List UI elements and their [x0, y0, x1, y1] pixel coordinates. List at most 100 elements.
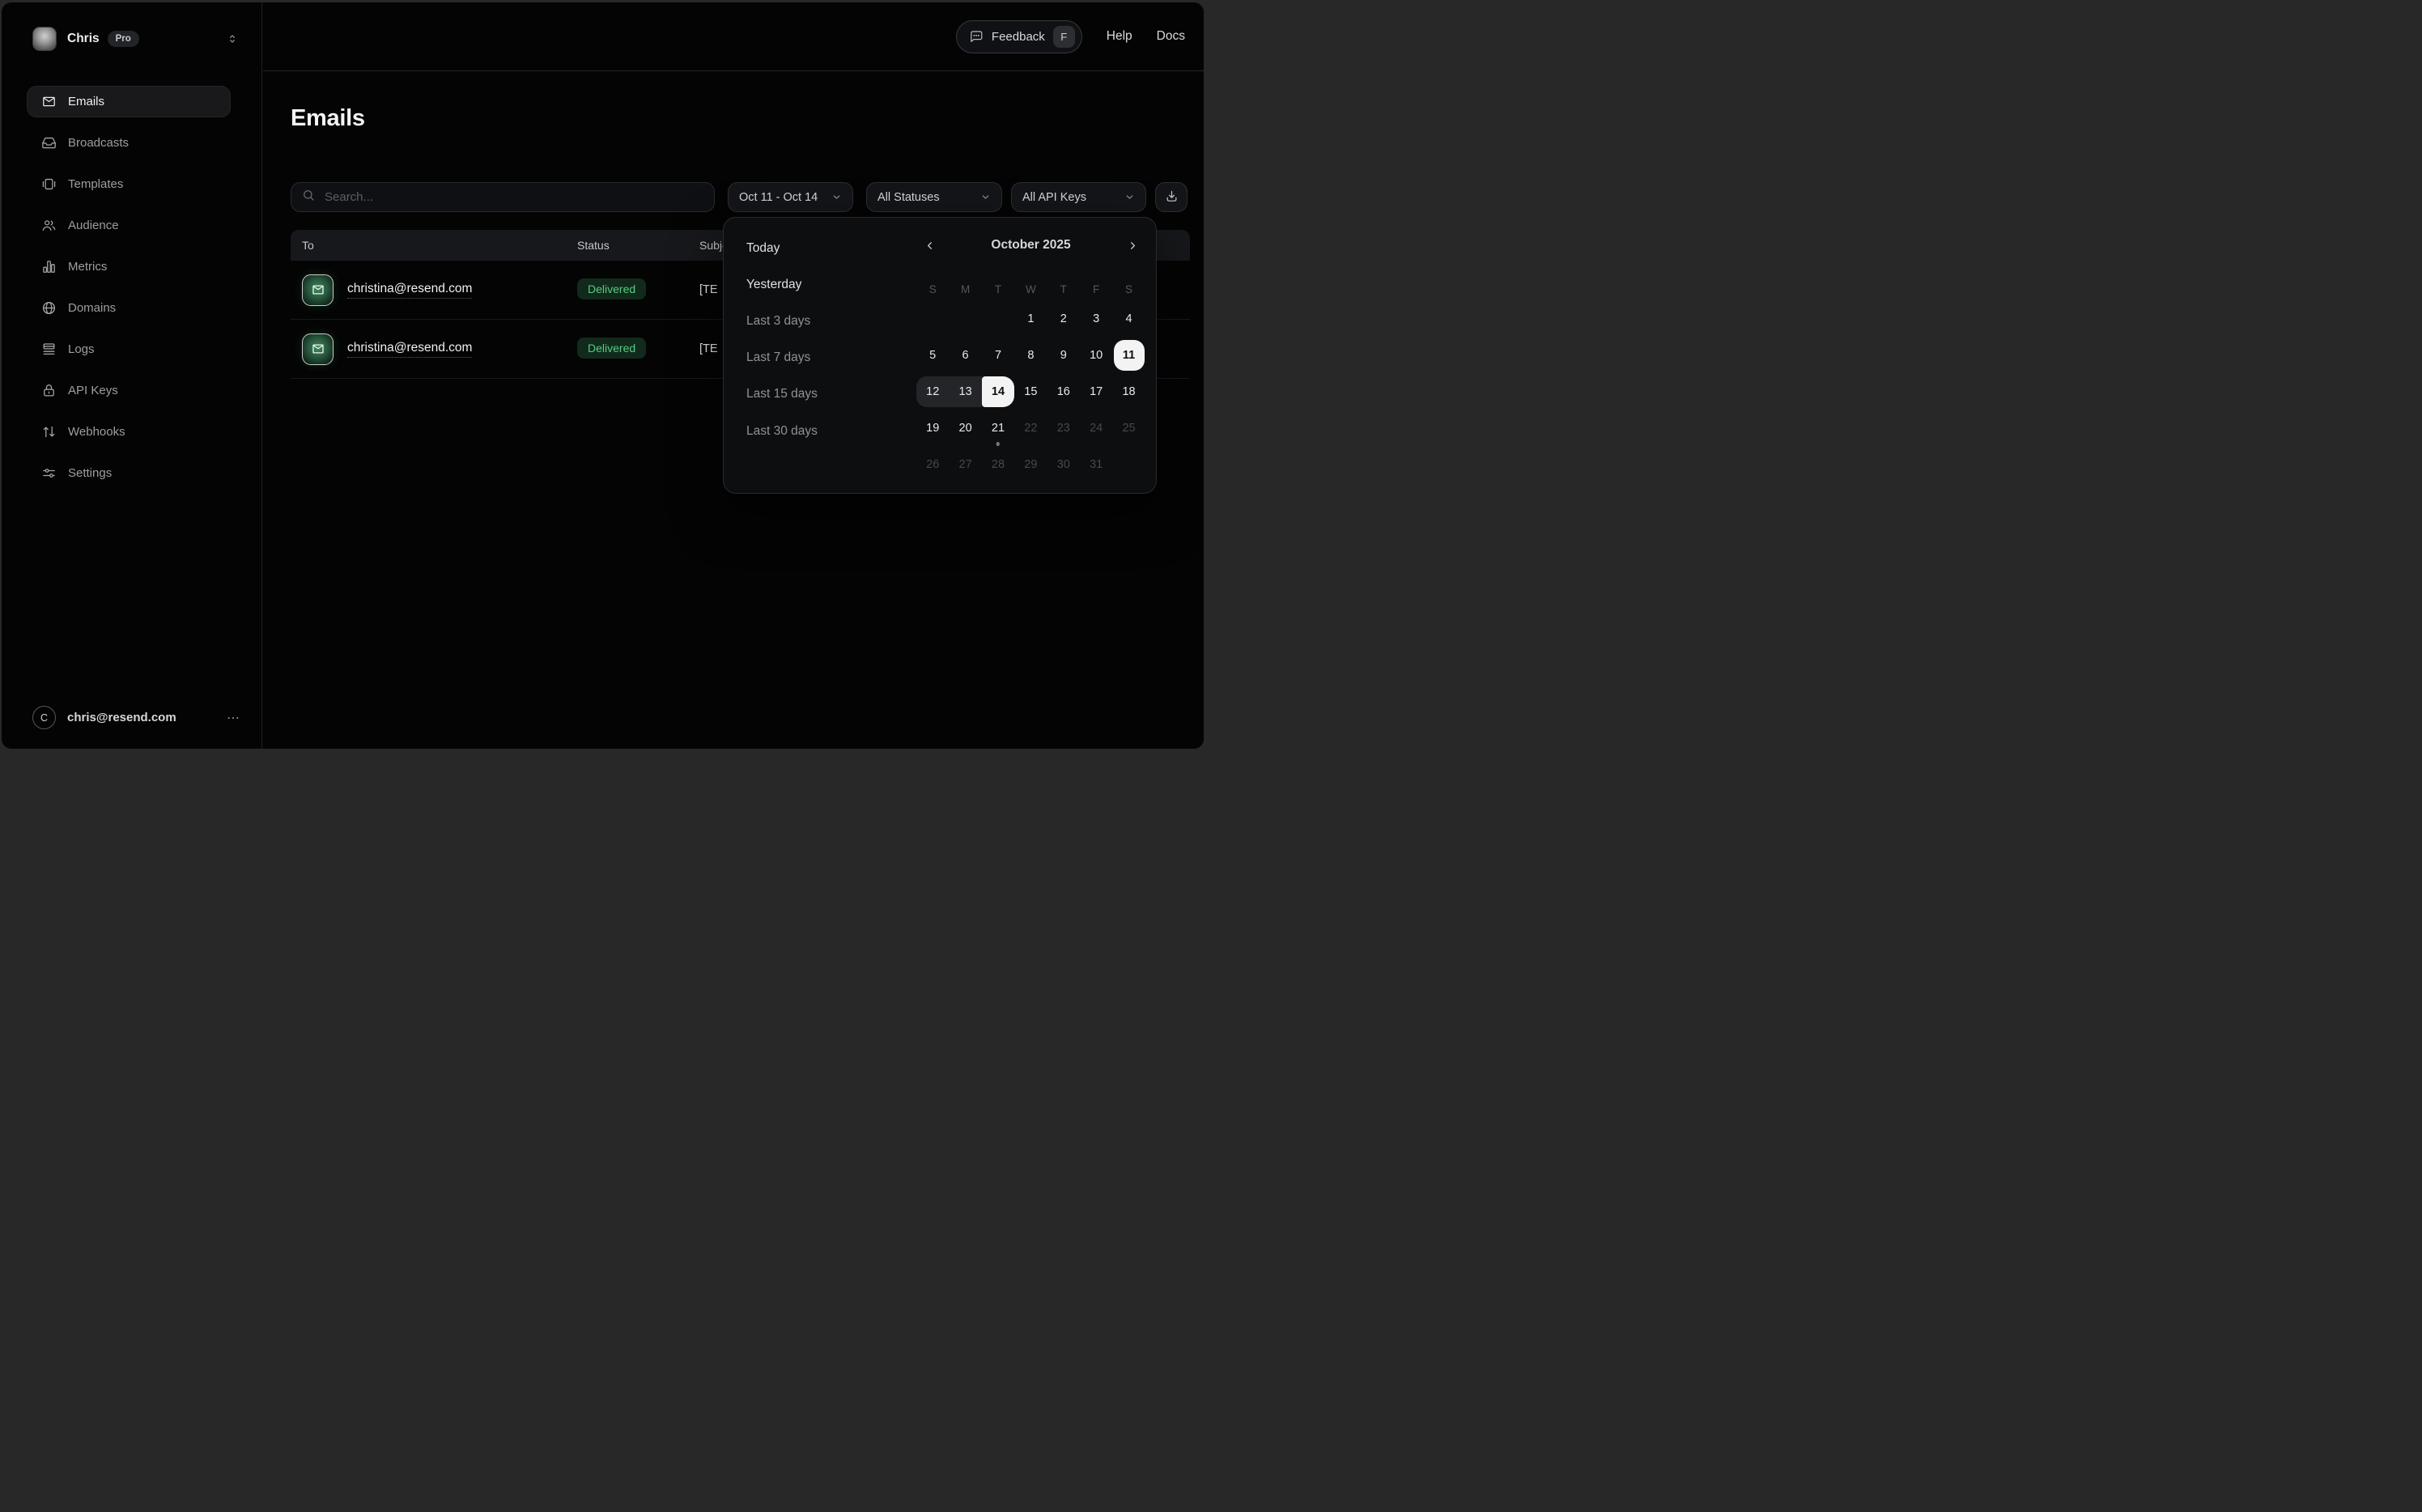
calendar-day-13[interactable]: 13: [949, 373, 981, 410]
app-window: Chris Pro Emails Broadcasts Templates Audie…: [2, 2, 1204, 749]
preset-last-30-days[interactable]: Last 30 days: [746, 413, 876, 449]
email-envelope-icon: [302, 333, 334, 365]
calendar-day-5[interactable]: 5: [916, 337, 949, 373]
api-key-filter-dropdown[interactable]: All API Keys: [1011, 182, 1146, 212]
calendar-day-19[interactable]: 19: [916, 410, 949, 447]
sidebar-item-label: Metrics: [68, 260, 107, 274]
search-box: [291, 182, 715, 212]
sidebar-item-templates[interactable]: Templates: [27, 168, 231, 200]
page-title: Emails: [291, 105, 1204, 132]
preset-last-15-days[interactable]: Last 15 days: [746, 376, 876, 413]
calendar-day-4[interactable]: 4: [1112, 300, 1145, 337]
to-cell: christina@resend.com: [291, 274, 577, 306]
calendar-grid: 1234567891011121314151617181920212223242…: [916, 300, 1145, 483]
calendar-day-26: 26: [916, 447, 949, 483]
weekday-label: W: [1014, 278, 1047, 300]
calendar-day-22: 22: [1014, 410, 1047, 447]
chevron-down-icon: [831, 192, 842, 202]
calendar-day-21[interactable]: 21: [982, 410, 1014, 447]
preset-last-3-days[interactable]: Last 3 days: [746, 303, 876, 339]
status-filter-value: All Statuses: [877, 191, 940, 204]
calendar-day-1[interactable]: 1: [1014, 300, 1047, 337]
sidebar-item-broadcasts[interactable]: Broadcasts: [27, 127, 231, 159]
sidebar-item-label: Domains: [68, 301, 116, 315]
calendar-day-10[interactable]: 10: [1080, 337, 1112, 373]
lock-icon: [41, 383, 57, 398]
sidebar-item-label: Settings: [68, 466, 112, 480]
calendar-day-17[interactable]: 17: [1080, 373, 1112, 410]
preset-today[interactable]: Today: [746, 230, 876, 266]
calendar-day-27: 27: [949, 447, 981, 483]
download-icon: [1165, 189, 1179, 206]
export-button[interactable]: [1155, 182, 1188, 212]
sidebar-item-metrics[interactable]: Metrics: [27, 251, 231, 282]
weekday-label: F: [1080, 278, 1112, 300]
weekday-label: M: [949, 278, 981, 300]
recipient-email-link[interactable]: christina@resend.com: [347, 282, 472, 299]
calendar-day-11[interactable]: 11: [1112, 337, 1145, 373]
help-link[interactable]: Help: [1107, 29, 1132, 44]
sidebar-item-label: Logs: [68, 342, 95, 356]
date-presets: TodayYesterdayLast 3 daysLast 7 daysLast…: [746, 230, 876, 449]
sidebar-item-webhooks[interactable]: Webhooks: [27, 416, 231, 448]
sidebar-item-label: Audience: [68, 219, 119, 232]
account-avatar: C: [32, 706, 56, 729]
chevron-up-down-icon[interactable]: [226, 32, 239, 45]
preset-yesterday[interactable]: Yesterday: [746, 266, 876, 303]
calendar-day-28: 28: [982, 447, 1014, 483]
topbar: Feedback F Help Docs: [263, 2, 1204, 71]
inbox-icon: [41, 135, 57, 151]
preset-last-7-days[interactable]: Last 7 days: [746, 340, 876, 376]
status-filter-dropdown[interactable]: All Statuses: [866, 182, 1002, 212]
user-avatar: [32, 27, 57, 51]
calendar-day-29: 29: [1014, 447, 1047, 483]
mail-icon: [41, 94, 57, 109]
chevron-down-icon: [980, 192, 991, 202]
feedback-button[interactable]: Feedback F: [956, 20, 1082, 53]
calendar-day-18[interactable]: 18: [1112, 373, 1145, 410]
plan-badge: Pro: [108, 31, 139, 47]
column-header-to: To: [291, 239, 577, 252]
calendar-day-12[interactable]: 12: [916, 373, 949, 410]
calendar-day-7[interactable]: 7: [982, 337, 1014, 373]
calendar-day-16[interactable]: 16: [1047, 373, 1080, 410]
calendar-day-15[interactable]: 15: [1014, 373, 1047, 410]
date-range-dropdown[interactable]: Oct 11 - Oct 14: [728, 182, 853, 212]
calendar-day-8[interactable]: 8: [1014, 337, 1047, 373]
status-badge: Delivered: [577, 338, 646, 359]
status-badge: Delivered: [577, 278, 646, 299]
toolbar: Oct 11 - Oct 14 All Statuses All API Key…: [291, 182, 1190, 212]
calendar-day-20[interactable]: 20: [949, 410, 981, 447]
more-options-icon[interactable]: ⋯: [227, 710, 240, 726]
calendar-day-31: 31: [1080, 447, 1112, 483]
weekday-label: S: [1112, 278, 1145, 300]
next-month-button[interactable]: [1123, 236, 1142, 255]
feedback-bubble-icon: [969, 29, 984, 44]
previous-month-button[interactable]: [920, 236, 939, 255]
calendar-month-label: October 2025: [991, 238, 1070, 253]
calendar-day-3[interactable]: 3: [1080, 300, 1112, 337]
chevron-down-icon: [1124, 192, 1135, 202]
search-input[interactable]: [323, 189, 703, 205]
sidebar-item-api-keys[interactable]: API Keys: [27, 375, 231, 406]
recipient-email-link[interactable]: christina@resend.com: [347, 341, 472, 358]
sidebar-item-logs[interactable]: Logs: [27, 333, 231, 365]
to-cell: christina@resend.com: [291, 333, 577, 365]
metrics-icon: [41, 259, 57, 274]
calendar-day-9[interactable]: 9: [1047, 337, 1080, 373]
calendar-day-6[interactable]: 6: [949, 337, 981, 373]
calendar-day-25: 25: [1112, 410, 1145, 447]
sidebar-item-label: Webhooks: [68, 425, 125, 439]
calendar-day-2[interactable]: 2: [1047, 300, 1080, 337]
sidebar-item-emails[interactable]: Emails: [27, 86, 231, 117]
sidebar-item-settings[interactable]: Settings: [27, 457, 231, 489]
sidebar-item-domains[interactable]: Domains: [27, 292, 231, 324]
email-envelope-icon: [302, 274, 334, 306]
sidebar-item-label: Emails: [68, 95, 104, 108]
sidebar-item-audience[interactable]: Audience: [27, 210, 231, 241]
docs-link[interactable]: Docs: [1157, 29, 1185, 44]
api-key-filter-value: All API Keys: [1022, 191, 1086, 204]
calendar-day-14[interactable]: 14: [982, 373, 1014, 410]
workspace-switcher[interactable]: Chris Pro: [2, 2, 261, 51]
column-header-status: Status: [577, 239, 699, 252]
